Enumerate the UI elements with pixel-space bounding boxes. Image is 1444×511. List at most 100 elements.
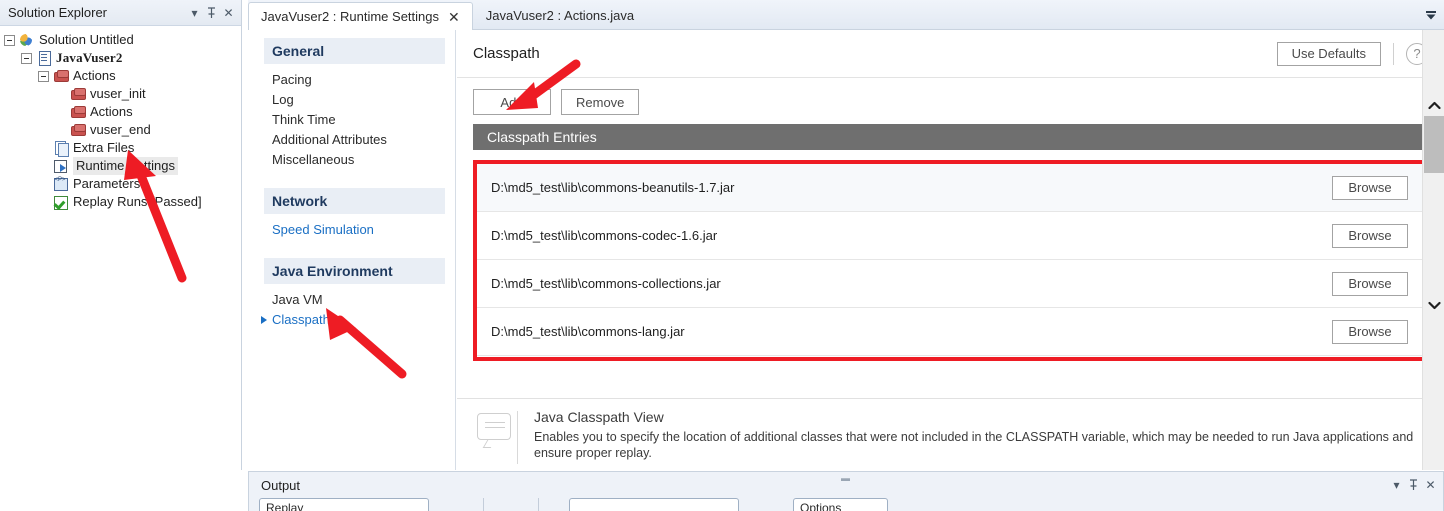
brick-icon <box>69 104 87 120</box>
nav-item-classpath[interactable]: Classpath <box>248 310 455 330</box>
nav-item-java-vm[interactable]: Java VM <box>248 290 455 310</box>
runtime-settings-nav: General Pacing Log Think Time Additional… <box>248 30 456 470</box>
nav-group-general: General <box>264 38 445 64</box>
tree-node-label: Extra Files <box>73 140 135 155</box>
expander-icon[interactable] <box>38 70 49 82</box>
output-options-select[interactable]: Options <box>793 498 888 511</box>
classpath-entry-path: D:\md5_test\lib\commons-lang.jar <box>491 324 685 339</box>
classpath-entry-row[interactable]: D:\md5_test\lib\commons-lang.jar Browse <box>477 308 1424 356</box>
classpath-entry-path: D:\md5_test\lib\commons-collections.jar <box>491 276 721 291</box>
dropdown-icon[interactable]: ▾ <box>186 4 203 21</box>
nav-item-speed-simulation[interactable]: Speed Simulation <box>248 220 455 240</box>
remove-button[interactable]: Remove <box>561 89 640 115</box>
dropdown-icon[interactable]: ▾ <box>1388 477 1405 494</box>
tree-node[interactable]: Replay Runs [Passed] <box>0 193 241 211</box>
nav-group-java-environment: Java Environment <box>264 258 445 284</box>
output-search-input[interactable] <box>569 498 739 511</box>
nav-item-additional-attributes[interactable]: Additional Attributes <box>248 130 455 150</box>
check-icon <box>52 194 70 210</box>
solution-icon <box>18 32 36 48</box>
main-vertical-scrollbar[interactable] <box>1422 30 1444 470</box>
tree-node[interactable]: vuser_end <box>0 121 241 139</box>
nav-group-network: Network <box>264 188 445 214</box>
expander-icon[interactable] <box>4 34 15 46</box>
expander-icon[interactable] <box>21 52 32 64</box>
close-icon[interactable]: ✕ <box>220 4 237 21</box>
tab-close-icon[interactable]: ✕ <box>448 10 460 24</box>
close-icon[interactable]: ✕ <box>1422 477 1439 494</box>
classpath-entry-path: D:\md5_test\lib\commons-codec-1.6.jar <box>491 228 718 243</box>
classpath-entry-row[interactable]: D:\md5_test\lib\commons-collections.jar B… <box>477 260 1424 308</box>
wrap-text-icon[interactable] <box>459 498 477 511</box>
editor-tab-bar: JavaVuser2 : Runtime Settings ✕ JavaVuse… <box>248 0 1444 30</box>
browse-button[interactable]: Browse <box>1332 175 1408 200</box>
info-divider <box>517 411 518 464</box>
tree-node[interactable]: Parameters <box>0 175 241 193</box>
panel-header: Classpath Use Defaults ? <box>457 30 1444 78</box>
scrollbar-thumb[interactable] <box>1424 116 1444 173</box>
tree-node[interactable]: vuser_init <box>0 85 241 103</box>
scroll-down-icon[interactable] <box>1423 294 1444 316</box>
tab-actions-java[interactable]: JavaVuser2 : Actions.java <box>473 1 647 29</box>
tree-node-label: vuser_init <box>90 86 146 101</box>
info-text: Java Classpath View Enables you to speci… <box>534 409 1430 470</box>
toolbar-divider <box>483 498 484 511</box>
nav-item-think-time[interactable]: Think Time <box>248 110 455 130</box>
copy-icon[interactable] <box>490 498 508 511</box>
solution-tree: Solution Untitled JavaVuser2 Actions vuser_… <box>0 26 241 211</box>
tree-node[interactable]: JavaVuser2 <box>0 49 241 67</box>
export-icon[interactable] <box>514 498 532 511</box>
brick-icon <box>69 86 87 102</box>
tree-node-label: Actions <box>73 68 116 83</box>
find-next-icon[interactable] <box>769 498 787 511</box>
output-source-select[interactable]: Replay <box>259 498 429 511</box>
output-panel: ▬ Output ▾ ✕ Replay Options <box>248 471 1444 511</box>
info-body: Enables you to specify the location of a… <box>534 430 1414 460</box>
brick-icon <box>69 122 87 138</box>
tab-runtime-settings[interactable]: JavaVuser2 : Runtime Settings ✕ <box>248 2 473 30</box>
scroll-up-icon[interactable] <box>1423 94 1444 116</box>
classpath-settings-panel: Classpath Use Defaults ? Add Remove Clas… <box>457 30 1444 470</box>
browse-button[interactable]: Browse <box>1332 271 1408 296</box>
tree-node[interactable]: Actions <box>0 67 241 85</box>
nav-item-pacing[interactable]: Pacing <box>248 70 455 90</box>
classpath-entry-row-empty[interactable] <box>477 356 1424 357</box>
output-splitter-grip[interactable]: ▬ <box>841 473 851 483</box>
add-button[interactable]: Add <box>473 89 551 115</box>
output-title: Output <box>261 477 301 493</box>
pin-icon[interactable] <box>203 4 220 21</box>
clear-output-icon[interactable] <box>435 498 453 511</box>
info-title: Java Classpath View <box>534 409 664 425</box>
toolbar-divider <box>538 498 539 511</box>
classpath-entry-row[interactable]: D:\md5_test\lib\commons-codec-1.6.jar Bro… <box>477 212 1424 260</box>
classpath-toolbar: Add Remove <box>457 78 1444 124</box>
classpath-entry-row[interactable]: D:\md5_test\lib\commons-beanutils-1.7.ja… <box>477 164 1424 212</box>
solution-explorer-panel: Solution Explorer ▾ ✕ Solution Untitled J… <box>0 0 242 470</box>
tree-node-label: JavaVuser2 <box>56 50 123 65</box>
tree-node[interactable]: Runtime Settings <box>0 157 241 175</box>
tree-node[interactable]: Extra Files <box>0 139 241 157</box>
browse-button[interactable]: Browse <box>1332 319 1408 344</box>
search-icon[interactable] <box>545 498 563 511</box>
info-panel: Java Classpath View Enables you to speci… <box>457 398 1444 470</box>
tree-node[interactable]: Solution Untitled <box>0 31 241 49</box>
tab-label: JavaVuser2 : Actions.java <box>485 8 635 23</box>
info-bubble-icon <box>471 409 517 470</box>
find-previous-icon[interactable] <box>745 498 763 511</box>
classpath-entries-header: Classpath Entries <box>473 124 1428 150</box>
nav-item-log[interactable]: Log <box>248 90 455 110</box>
use-defaults-button[interactable]: Use Defaults <box>1276 41 1381 66</box>
parameters-icon <box>52 176 70 192</box>
output-toolbar: Replay Options <box>249 498 1443 511</box>
runtime-settings-icon <box>52 158 70 174</box>
browse-button[interactable]: Browse <box>1332 223 1408 248</box>
save-output-icon[interactable] <box>894 498 912 511</box>
tree-node[interactable]: Actions <box>0 103 241 121</box>
nav-item-miscellaneous[interactable]: Miscellaneous <box>248 150 455 170</box>
pin-icon[interactable] <box>1405 477 1422 494</box>
tab-list-dropdown-icon[interactable] <box>1418 1 1444 29</box>
